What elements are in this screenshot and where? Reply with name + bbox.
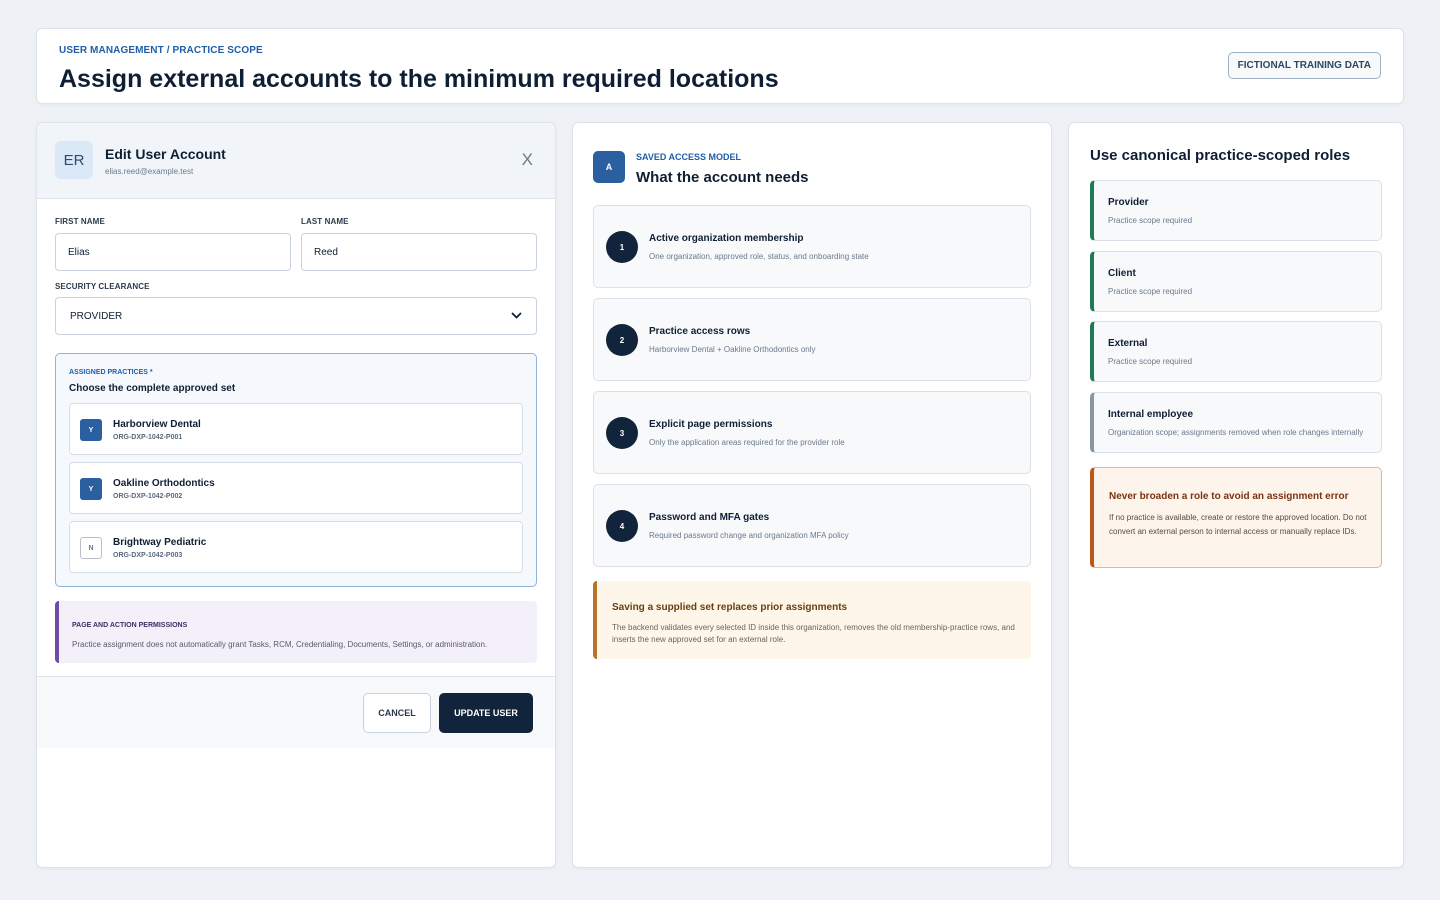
step-number: 1: [606, 231, 638, 263]
step-card: 4 Password and MFA gates Required passwo…: [593, 484, 1031, 567]
step-card: 1 Active organization membership One org…: [593, 205, 1031, 288]
first-name-field[interactable]: [55, 233, 291, 271]
permissions-note: PAGE AND ACTION PERMISSIONS Practice ass…: [55, 601, 537, 663]
practice-checkbox[interactable]: Y: [80, 419, 102, 441]
role-scope: Practice scope required: [1108, 357, 1193, 366]
update-user-button[interactable]: UPDATE USER: [439, 693, 533, 733]
last-name-field[interactable]: [301, 233, 537, 271]
roles-panel-title: Use canonical practice-scoped roles: [1090, 147, 1351, 164]
warning-title: Never broaden a role to avoid an assignm…: [1109, 491, 1349, 502]
role-card-internal-employee: Internal employee Organization scope; as…: [1090, 392, 1382, 453]
practice-checkbox[interactable]: Y: [80, 478, 102, 500]
page-title: Assign external accounts to the minimum …: [59, 65, 779, 93]
form-footer: CANCEL UPDATE USER: [37, 676, 555, 748]
step-number: 3: [606, 417, 638, 449]
avatar: ER: [55, 141, 93, 179]
edit-user-header: ER Edit User Account elias.reed@example.…: [37, 123, 555, 199]
cancel-button[interactable]: CANCEL: [363, 693, 431, 733]
role-card-external: External Practice scope required: [1090, 321, 1382, 382]
edit-user-title: Edit User Account: [105, 146, 226, 162]
assigned-practices-title: Choose the complete approved set: [69, 383, 236, 394]
security-clearance-label: SECURITY CLEARANCE: [55, 282, 150, 291]
step-description: Required password change and organizatio…: [649, 531, 849, 540]
step-description: Only the application areas required for …: [649, 438, 845, 447]
first-name-label: FIRST NAME: [55, 217, 105, 226]
step-title: Practice access rows: [649, 326, 751, 337]
warning-title: Saving a supplied set replaces prior ass…: [612, 602, 848, 613]
practice-id: ORG-DXP-1042-P002: [113, 493, 183, 500]
practice-option-harborview-dental[interactable]: Y Harborview Dental ORG-DXP-1042-P001: [69, 403, 523, 455]
user-email: elias.reed@example.test: [105, 167, 194, 176]
practice-option-brightway-pediatric[interactable]: N Brightway Pediatric ORG-DXP-1042-P003: [69, 521, 523, 573]
practice-checkbox[interactable]: N: [80, 537, 102, 559]
role-broadening-warning: Never broaden a role to avoid an assignm…: [1090, 467, 1382, 568]
role-name: Internal employee: [1108, 409, 1194, 420]
role-name: Client: [1108, 268, 1136, 279]
role-scope: Practice scope required: [1108, 216, 1193, 225]
chevron-down-icon: [511, 310, 522, 322]
access-model-title: What the account needs: [636, 169, 809, 186]
page-header: USER MANAGEMENT / PRACTICE SCOPE Assign …: [36, 28, 1404, 104]
practice-name: Harborview Dental: [113, 419, 201, 430]
security-clearance-select[interactable]: PROVIDER: [55, 297, 537, 335]
roles-panel: Use canonical practice-scoped roles Prov…: [1068, 122, 1404, 868]
practice-name: Brightway Pediatric: [113, 537, 207, 548]
role-name: Provider: [1108, 197, 1149, 208]
step-title: Active organization membership: [649, 233, 804, 244]
role-scope: Organization scope; assignments removed …: [1108, 428, 1364, 437]
role-name: External: [1108, 338, 1148, 349]
step-description: Harborview Dental + Oakline Orthodontics…: [649, 345, 816, 354]
access-model-panel: A SAVED ACCESS MODEL What the account ne…: [572, 122, 1052, 868]
step-description: One organization, approved role, status,…: [649, 252, 869, 261]
step-number: 4: [606, 510, 638, 542]
practice-option-oakline-orthodontics[interactable]: Y Oakline Orthodontics ORG-DXP-1042-P002: [69, 462, 523, 514]
access-model-label: SAVED ACCESS MODEL: [636, 152, 742, 162]
assigned-practices-group: ASSIGNED PRACTICES * Choose the complete…: [55, 353, 537, 587]
last-name-label: LAST NAME: [301, 217, 349, 226]
permissions-note-label: PAGE AND ACTION PERMISSIONS: [72, 622, 188, 629]
close-button[interactable]: X: [522, 151, 533, 168]
replace-assignments-warning: Saving a supplied set replaces prior ass…: [593, 581, 1031, 659]
warning-text: If no practice is available, create or r…: [1109, 513, 1367, 536]
practice-id: ORG-DXP-1042-P001: [113, 434, 183, 441]
assigned-practices-label: ASSIGNED PRACTICES *: [69, 369, 153, 376]
step-number: 2: [606, 324, 638, 356]
permissions-note-text: Practice assignment does not automatical…: [72, 640, 488, 649]
role-scope: Practice scope required: [1108, 287, 1193, 296]
role-card-provider: Provider Practice scope required: [1090, 180, 1382, 241]
warning-text: The backend validates every selected ID …: [612, 623, 1015, 644]
role-card-client: Client Practice scope required: [1090, 251, 1382, 312]
security-clearance-value: PROVIDER: [70, 310, 123, 322]
edit-user-panel: ER Edit User Account elias.reed@example.…: [36, 122, 556, 868]
step-card: 3 Explicit page permissions Only the app…: [593, 391, 1031, 474]
step-card: 2 Practice access rows Harborview Dental…: [593, 298, 1031, 381]
training-data-badge: FICTIONAL TRAINING DATA: [1227, 52, 1381, 79]
breadcrumb[interactable]: USER MANAGEMENT / PRACTICE SCOPE: [59, 45, 263, 56]
access-model-icon: A: [593, 151, 625, 183]
step-title: Explicit page permissions: [649, 419, 773, 430]
practice-id: ORG-DXP-1042-P003: [113, 552, 183, 559]
step-title: Password and MFA gates: [649, 512, 770, 523]
practice-name: Oakline Orthodontics: [113, 478, 215, 489]
